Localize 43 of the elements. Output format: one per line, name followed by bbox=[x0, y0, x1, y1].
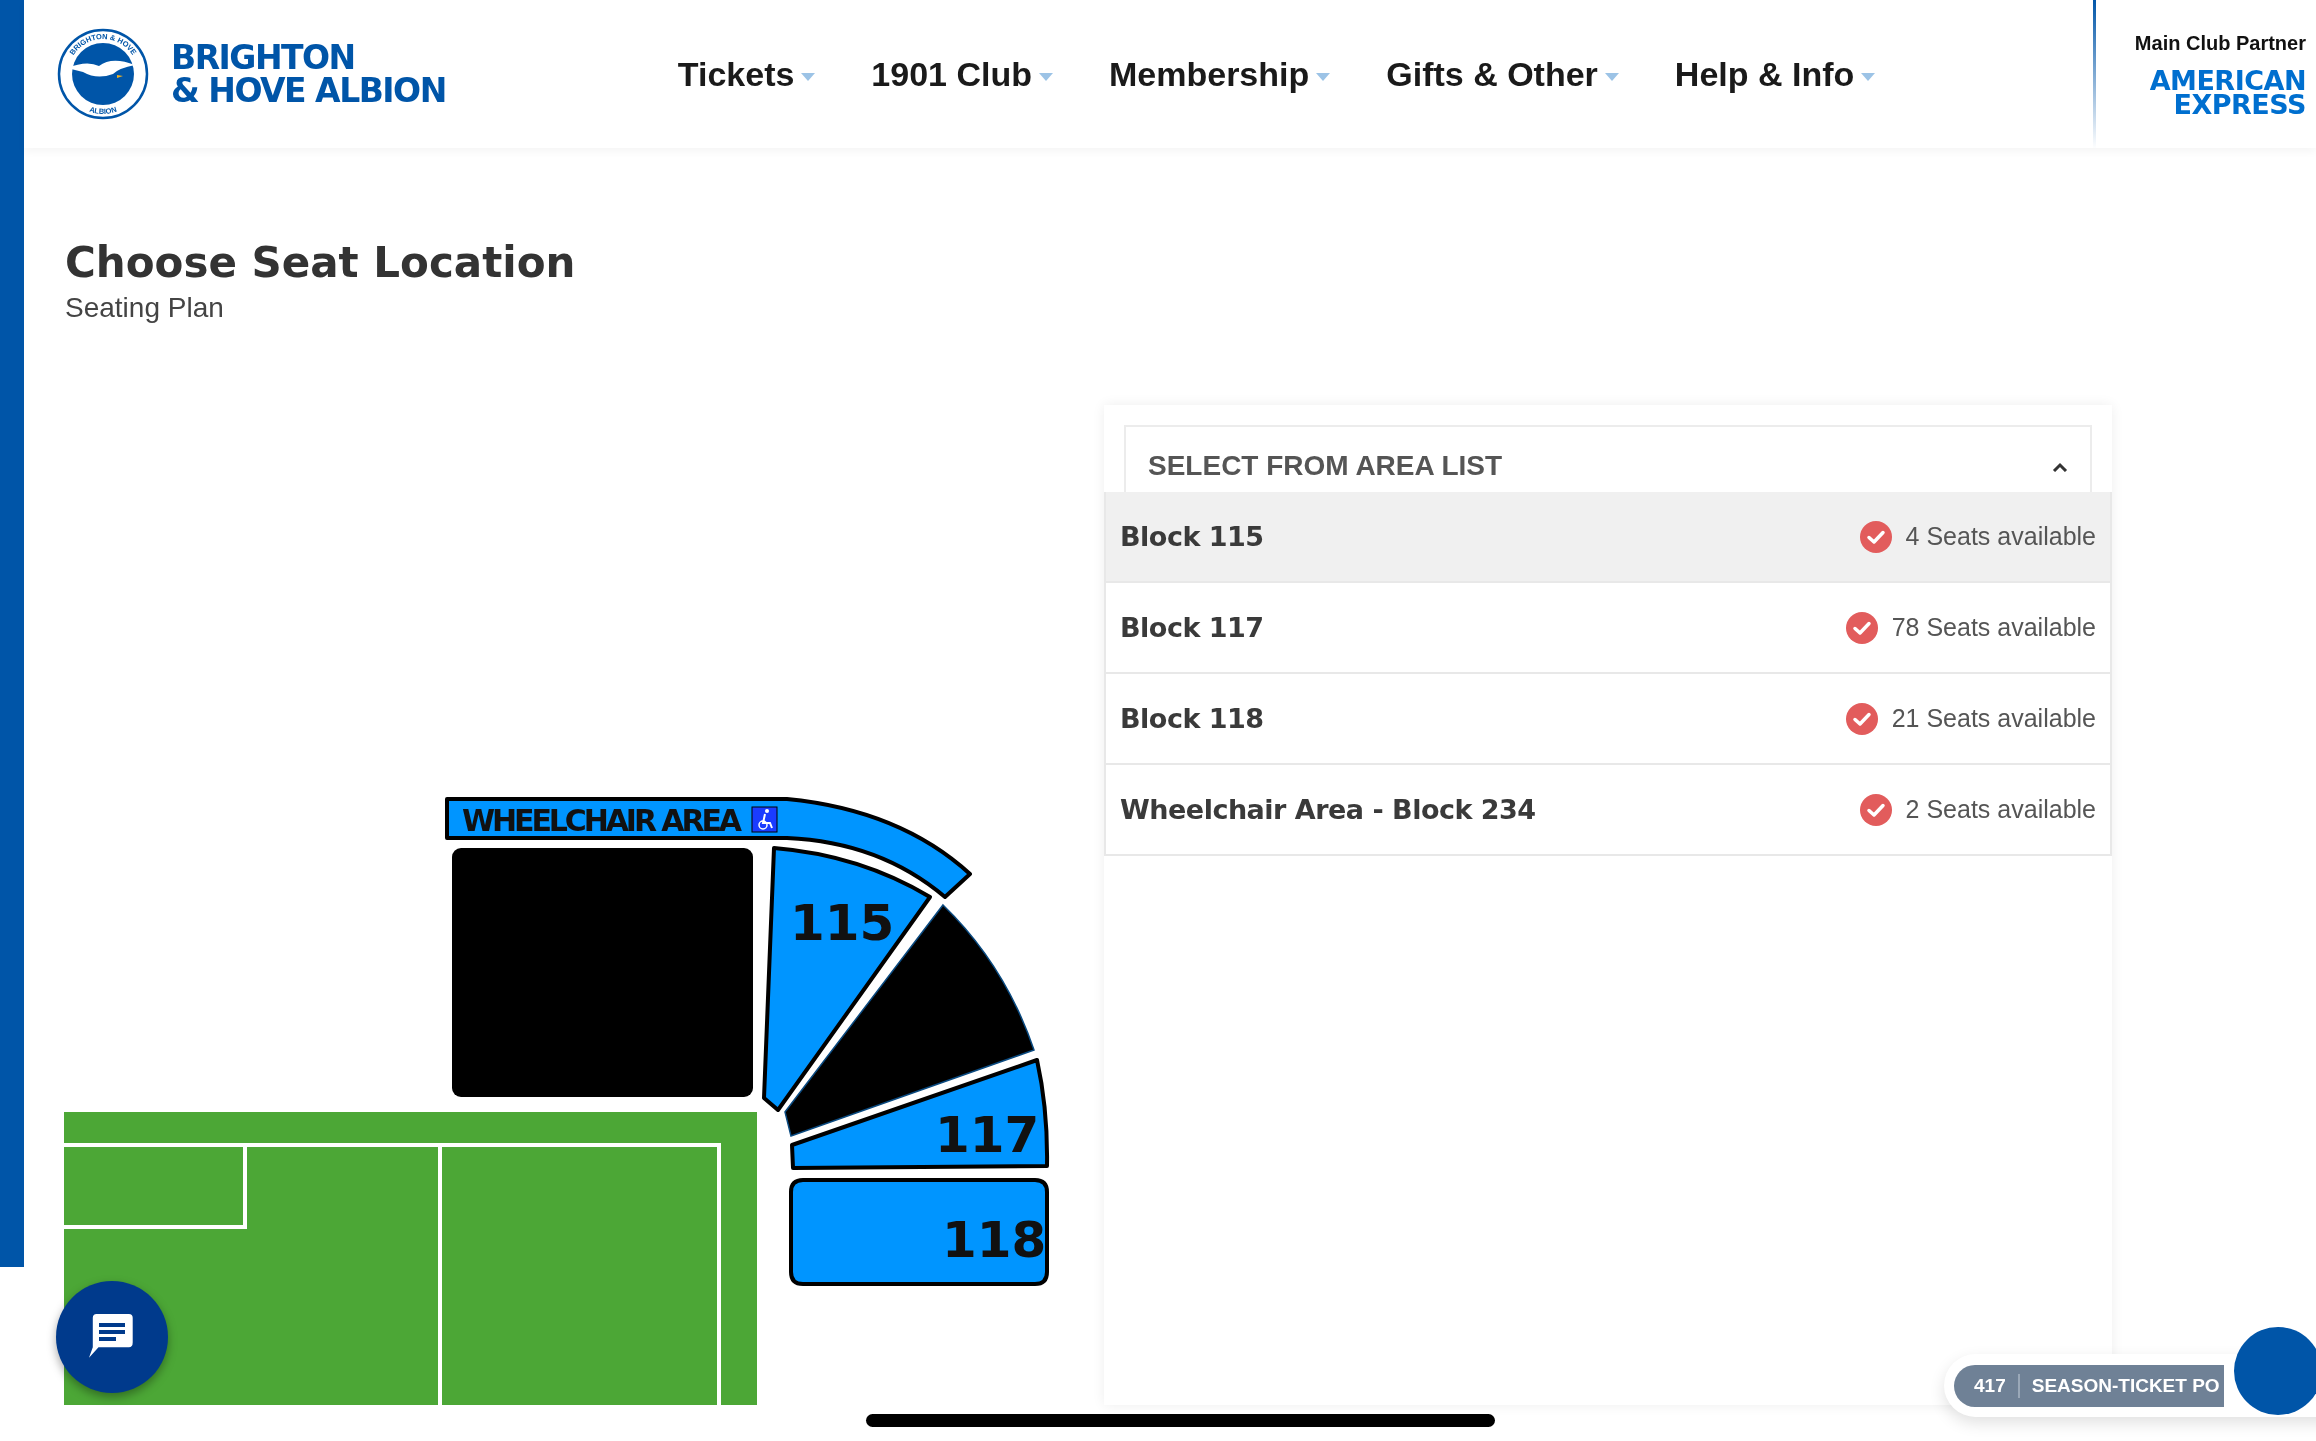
seat-block[interactable] bbox=[762, 846, 932, 1112]
wheelchair-icon bbox=[751, 806, 778, 833]
nav-link[interactable]: Help & Info bbox=[1674, 54, 1876, 94]
nav-link[interactable]: 1901 Club bbox=[871, 54, 1053, 94]
block-label: 118 bbox=[942, 1211, 1047, 1269]
block-name: Wheelchair Area - Block 234 bbox=[1120, 794, 1536, 825]
page-title: Choose Seat Location bbox=[65, 237, 577, 289]
seats-available: 4 Seats available bbox=[1905, 522, 2096, 551]
check-icon bbox=[1859, 520, 1892, 553]
area-list-item[interactable]: Block 117 78 Seats available bbox=[1104, 583, 2112, 674]
season-ticket-label: SEASON-TICKET PO bbox=[2031, 1374, 2220, 1397]
partner-label: Main Club Partner bbox=[2134, 31, 2306, 55]
seat-block[interactable] bbox=[790, 1058, 1050, 1170]
area-list-item[interactable]: Block 118 21 Seats available bbox=[1104, 674, 2112, 765]
block-label: 117 bbox=[935, 1106, 1040, 1164]
queue-number: 417 bbox=[1974, 1374, 2006, 1397]
nav-link[interactable]: Tickets bbox=[677, 54, 816, 94]
check-icon bbox=[1845, 702, 1878, 735]
caret-icon bbox=[1039, 73, 1053, 81]
block-name: Block 118 bbox=[1120, 703, 1264, 734]
seat-block[interactable] bbox=[789, 1178, 1049, 1286]
chat-icon bbox=[89, 1314, 135, 1360]
block-name: Block 117 bbox=[1120, 612, 1264, 643]
caret-icon bbox=[1604, 73, 1619, 81]
caret-icon bbox=[1316, 73, 1331, 81]
club-wordmark[interactable]: BRIGHTON & HOVE ALBION bbox=[171, 41, 446, 107]
block-label: WHEELCHAIR AREA bbox=[462, 803, 742, 838]
check-icon bbox=[1859, 793, 1892, 826]
check-icon bbox=[1845, 611, 1878, 644]
partner-logo[interactable]: AMERICAN EXPRESS bbox=[2149, 68, 2306, 117]
block-label: 115 bbox=[790, 894, 895, 952]
nav-link[interactable]: Gifts & Other bbox=[1386, 54, 1619, 94]
caret-icon bbox=[801, 73, 816, 81]
nav-link[interactable]: Membership bbox=[1109, 54, 1331, 94]
area-list-item[interactable]: Wheelchair Area - Block 234 2 Seats available bbox=[1104, 765, 2112, 856]
seats-available: 21 Seats available bbox=[1891, 704, 2096, 733]
season-ticket-badge[interactable]: 417 SEASON-TICKET PO bbox=[1954, 1364, 2224, 1407]
block-name: Block 115 bbox=[1120, 521, 1264, 552]
page-subtitle: Seating Plan bbox=[65, 291, 225, 325]
caret-icon bbox=[1861, 73, 1876, 81]
area-list-item[interactable]: Block 115 4 Seats available bbox=[1104, 492, 2112, 583]
seats-available: 2 Seats available bbox=[1905, 795, 2096, 824]
seats-available: 78 Seats available bbox=[1891, 613, 2096, 642]
